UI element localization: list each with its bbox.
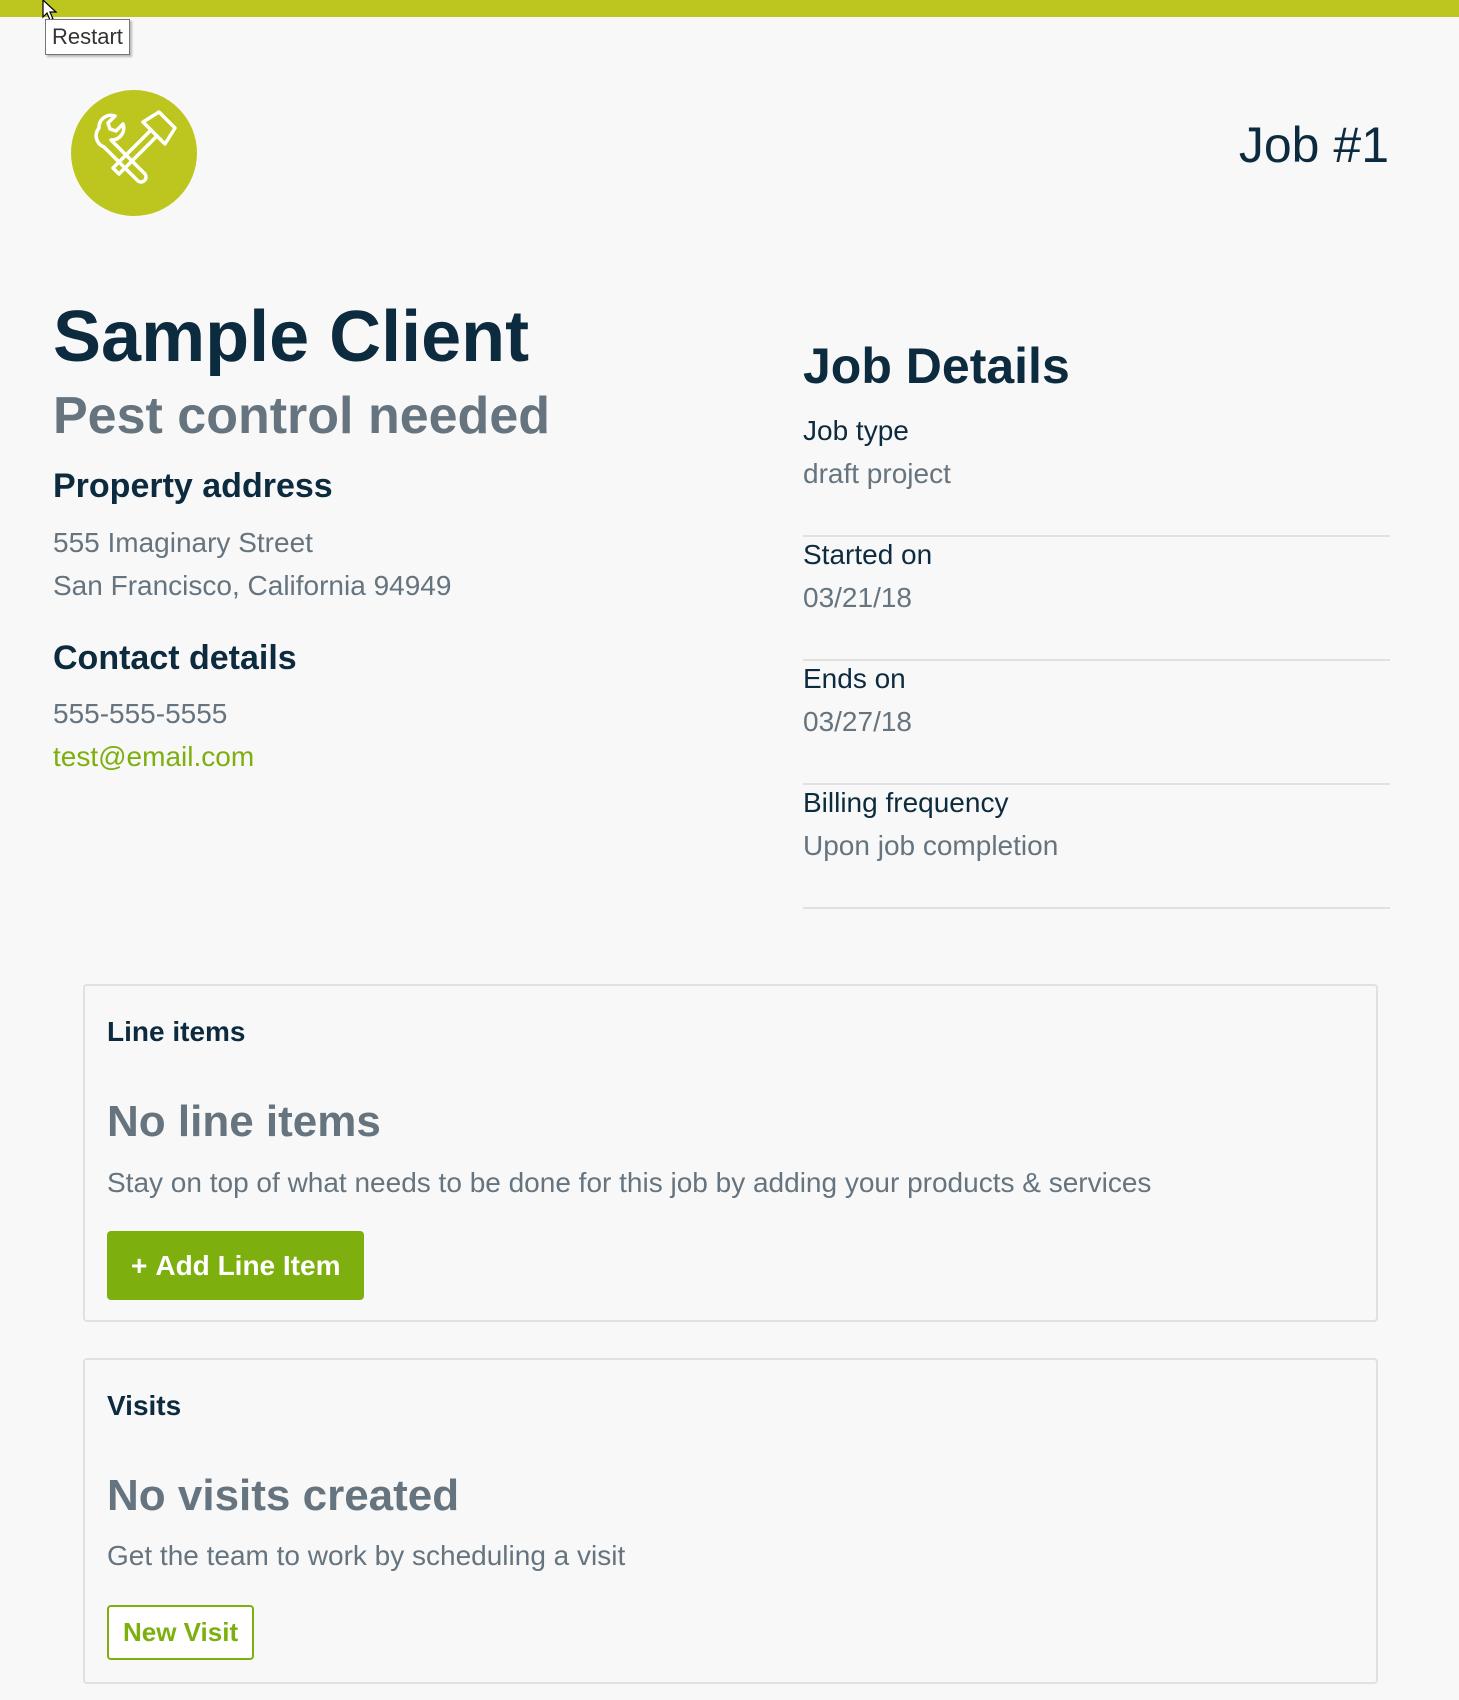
visits-card: Visits No visits created Get the team to… [83,1358,1378,1684]
client-name: Sample Client [53,297,530,377]
line-items-empty-title: No line items [107,1097,381,1146]
line-items-card: Line items No line items Stay on top of … [83,984,1378,1322]
plus-icon: + [131,1249,148,1281]
add-line-item-button[interactable]: + Add Line Item [107,1231,365,1300]
detail-value: Upon job completion [803,830,1059,861]
job-number: Job #1 [1238,117,1389,173]
property-address-heading: Property address [53,467,333,505]
line-items-title: Line items [107,1016,246,1047]
detail-value: draft project [803,458,951,489]
detail-row-started-on: Started on 03/21/18 [803,537,1390,661]
restart-tooltip: Restart [45,19,130,55]
top-progress-bar [0,0,1459,17]
detail-value: 03/27/18 [803,706,912,737]
detail-label: Started on [803,539,933,570]
address-line-1: 555 Imaginary Street [53,527,313,558]
address-line-2: San Francisco, California 94949 [53,570,452,601]
detail-row-ends-on: Ends on 03/27/18 [803,661,1390,785]
job-title: Pest control needed [53,387,550,445]
detail-row-billing-frequency: Billing frequency Upon job completion [803,785,1390,909]
contact-details-heading: Contact details [53,639,297,677]
add-line-item-label: Add Line Item [155,1249,341,1281]
detail-label: Ends on [803,663,906,694]
contact-email-link[interactable]: test@email.com [53,740,254,774]
visits-empty-title: No visits created [107,1471,460,1520]
detail-label: Billing frequency [803,787,1009,818]
wrench-hammer-icon [71,90,197,216]
detail-value: 03/21/18 [803,582,912,613]
line-items-empty-text: Stay on top of what needs to be done for… [107,1167,1152,1198]
job-details-title: Job Details [803,338,1070,394]
detail-row-job-type: Job type draft project [803,413,1390,537]
detail-label: Job type [803,415,909,446]
contact-phone: 555-555-5555 [53,698,228,729]
visits-empty-text: Get the team to work by scheduling a vis… [107,1540,626,1571]
new-visit-button[interactable]: New Visit [107,1605,255,1660]
visits-title: Visits [107,1390,182,1421]
